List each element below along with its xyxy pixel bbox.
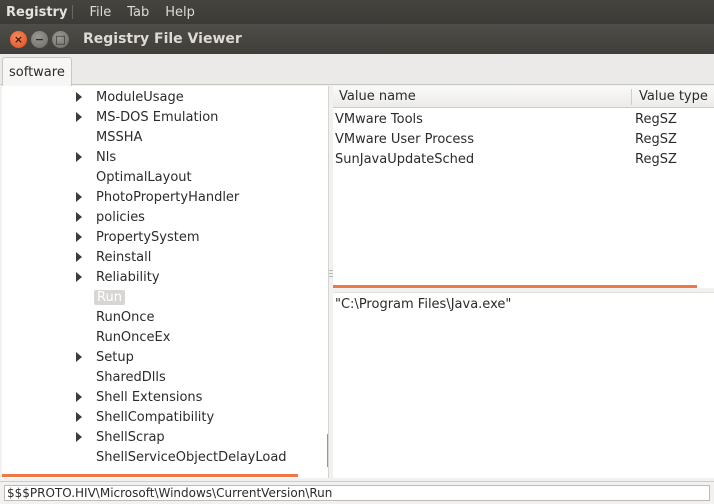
tree-node-label: PhotoPropertyHandler: [96, 189, 240, 205]
status-path: $$$PROTO.HIV\Microsoft\Windows\CurrentVe…: [4, 485, 710, 501]
expand-arrow-icon[interactable]: [76, 92, 82, 102]
value-type-cell: RegSZ: [635, 131, 677, 147]
tree-node-label: ShellScrap: [96, 429, 165, 445]
tree-node[interactable]: policies: [2, 207, 328, 227]
table-row[interactable]: VMware Tools RegSZ: [333, 109, 714, 129]
minimize-icon[interactable]: −: [31, 30, 48, 48]
tree-node-label: OptimalLayout: [96, 169, 192, 185]
tree-node[interactable]: Reinstall: [2, 247, 328, 267]
window-title: Registry File Viewer: [83, 31, 242, 47]
expand-arrow-icon[interactable]: [76, 432, 82, 442]
tree-node-label: RunOnce: [96, 309, 155, 325]
tree-node[interactable]: RunOnce: [2, 307, 328, 327]
tree-node-label: Reliability: [96, 269, 160, 285]
tree-node-label: Shell Extensions: [96, 389, 203, 405]
expand-arrow-icon[interactable]: [76, 232, 82, 242]
tab-label: software: [9, 64, 65, 80]
value-name-cell: VMware User Process: [335, 131, 474, 147]
tab-software[interactable]: software: [2, 57, 72, 86]
tree-node[interactable]: Setup: [2, 347, 328, 367]
tree-node-selected[interactable]: Run: [2, 287, 328, 307]
top-menubar: Registry File Tab Help: [0, 0, 714, 24]
tree-node-label: policies: [96, 209, 145, 225]
tree-node-label: PropertySystem: [96, 229, 200, 245]
column-divider[interactable]: [631, 89, 632, 105]
expand-arrow-icon[interactable]: [76, 272, 82, 282]
column-header-value-type[interactable]: Value type: [639, 89, 708, 104]
tree-node[interactable]: ShellServiceObjectDelayLoad: [2, 447, 328, 467]
expand-arrow-icon[interactable]: [76, 392, 82, 402]
tree-node[interactable]: OptimalLayout: [2, 167, 328, 187]
value-content-view[interactable]: "C:\Program Files\Java.exe": [333, 292, 714, 478]
value-name-cell: SunJavaUpdateSched: [335, 151, 475, 167]
expand-arrow-icon[interactable]: [76, 212, 82, 222]
value-type-cell: RegSZ: [635, 111, 677, 127]
tree-node-label: MSSHA: [96, 129, 143, 145]
menu-tab[interactable]: Tab: [119, 5, 157, 20]
expand-arrow-icon[interactable]: [76, 192, 82, 202]
window-titlebar: × − □ Registry File Viewer: [0, 24, 714, 54]
tree-node[interactable]: ModuleUsage: [2, 87, 328, 107]
tree-node[interactable]: PhotoPropertyHandler: [2, 187, 328, 207]
tree-vertical-scrollbar[interactable]: [327, 434, 328, 467]
tree-node[interactable]: Reliability: [2, 267, 328, 287]
value-name-cell: VMware Tools: [335, 111, 423, 127]
tree-node[interactable]: Nls: [2, 147, 328, 167]
status-bar: $$$PROTO.HIV\Microsoft\Windows\CurrentVe…: [0, 481, 714, 504]
tree-node-label: Run: [94, 289, 125, 305]
tree-node-label: RunOnceEx: [96, 329, 171, 345]
expand-arrow-icon[interactable]: [76, 152, 82, 162]
tree-horizontal-scrollbar[interactable]: [2, 474, 298, 477]
tree-node[interactable]: MS-DOS Emulation: [2, 107, 328, 127]
tree-node[interactable]: RunOnceEx: [2, 327, 328, 347]
tree-node[interactable]: PropertySystem: [2, 227, 328, 247]
tree-node-label: ShellCompatibility: [96, 409, 215, 425]
value-type-cell: RegSZ: [635, 151, 677, 167]
tree-node-label: ShellServiceObjectDelayLoad: [96, 449, 287, 465]
column-header-value-name[interactable]: Value name: [339, 89, 416, 104]
tree-node-label: Reinstall: [96, 249, 152, 265]
table-row[interactable]: SunJavaUpdateSched RegSZ: [333, 149, 714, 169]
tab-bar: software: [0, 54, 714, 86]
tree-node-label: SharedDlls: [96, 369, 166, 385]
tree-node[interactable]: Shell Extensions: [2, 387, 328, 407]
tree-node-label: ModuleUsage: [96, 89, 184, 105]
menu-help[interactable]: Help: [157, 5, 203, 20]
values-horizontal-scrollbar[interactable]: [333, 285, 697, 288]
menubar-divider: [72, 5, 74, 19]
tree-node[interactable]: SharedDlls: [2, 367, 328, 387]
app-name: Registry: [6, 4, 68, 20]
tree-node[interactable]: ShellCompatibility: [2, 407, 328, 427]
menu-file[interactable]: File: [81, 5, 119, 20]
registry-key-tree[interactable]: ModuleUsage MS-DOS Emulation MSSHA Nls O…: [2, 86, 329, 478]
expand-arrow-icon[interactable]: [76, 252, 82, 262]
maximize-icon[interactable]: □: [52, 30, 69, 48]
expand-arrow-icon[interactable]: [76, 352, 82, 362]
expand-arrow-icon[interactable]: [76, 112, 82, 122]
table-row[interactable]: VMware User Process RegSZ: [333, 129, 714, 149]
values-table: Value name Value type VMware Tools RegSZ…: [333, 86, 714, 288]
tree-node-label: Setup: [96, 349, 134, 365]
tree-node[interactable]: ShellScrap: [2, 427, 328, 447]
tree-node[interactable]: MSSHA: [2, 127, 328, 147]
close-icon[interactable]: ×: [10, 30, 27, 48]
tree-node-label: Nls: [96, 149, 117, 165]
tree-node-label: MS-DOS Emulation: [96, 109, 219, 125]
value-content-text: "C:\Program Files\Java.exe": [335, 297, 512, 312]
expand-arrow-icon[interactable]: [76, 412, 82, 422]
values-table-header: Value name Value type: [333, 86, 714, 108]
